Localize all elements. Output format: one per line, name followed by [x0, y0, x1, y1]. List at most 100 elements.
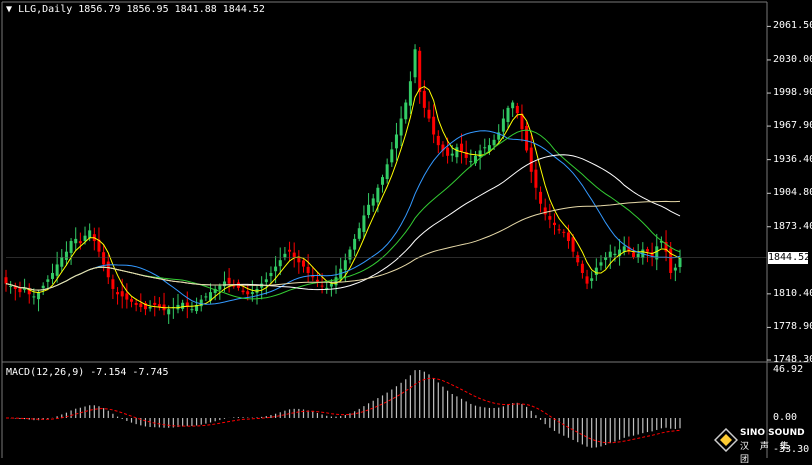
candle-body [427, 109, 431, 119]
candle-body [455, 147, 459, 158]
candle-body [376, 187, 380, 203]
candle-body [88, 230, 92, 239]
candle-body [139, 303, 143, 308]
candle-body [511, 102, 515, 109]
price-axis-label: 1904.80 [773, 187, 812, 199]
symbol-header: ▼ LLG,Daily 1856.79 1856.95 1841.88 1844… [6, 4, 265, 15]
candle-body [348, 249, 352, 260]
candle-body [515, 105, 519, 114]
candle-body [534, 169, 538, 188]
candle-body [269, 272, 273, 277]
price-axis-label: 1778.90 [773, 321, 812, 333]
candle-body [190, 309, 194, 311]
candle-body [590, 278, 594, 281]
candle-body [311, 275, 315, 278]
candle-body [283, 253, 287, 258]
candle-body [404, 102, 408, 120]
macd-signal-line [6, 377, 681, 444]
candle-body [181, 302, 185, 309]
macd-axis-label: 46.92 [773, 364, 804, 375]
candle-body [576, 255, 580, 263]
candle-body [632, 252, 636, 257]
candle-body [506, 107, 510, 122]
candle-body [292, 252, 296, 257]
candle-body [432, 116, 436, 135]
candle-body [125, 293, 129, 300]
candle-body [571, 237, 575, 252]
candle-body [580, 263, 584, 273]
sino-sound-watermark: SINO SOUND 汉 声 集 团 [714, 426, 810, 465]
candle-body [64, 251, 68, 260]
candle-body [385, 164, 389, 179]
candle-body [413, 49, 417, 78]
candle-body [557, 229, 561, 231]
candle-body [55, 264, 59, 276]
macd-label: MACD(12,26,9) -7.154 -7.745 [6, 367, 169, 378]
chart-window: ▼ LLG,Daily 1856.79 1856.95 1841.88 1844… [0, 0, 812, 465]
candle-body [362, 215, 366, 232]
candle-body [334, 277, 338, 286]
symbol-label: LLG,Daily [18, 4, 73, 15]
candle-body [78, 241, 82, 244]
price-axis-label: 1873.40 [773, 220, 812, 232]
candle-body [394, 134, 398, 149]
candle-body [562, 231, 566, 233]
candle-body [153, 302, 157, 305]
candle-body [74, 238, 78, 244]
candle-body [673, 267, 677, 271]
candle-body [50, 272, 54, 279]
candle-body [167, 309, 171, 315]
candle-body [367, 204, 371, 215]
candle-body [222, 281, 226, 287]
candle-body [599, 262, 603, 266]
candle-body [469, 161, 473, 163]
current-price-tag: 1844.52 [768, 252, 811, 264]
candle-body [218, 285, 222, 290]
candle-body [4, 277, 8, 284]
candle-body [408, 81, 412, 106]
candle-body [585, 276, 589, 284]
candle-body [636, 253, 640, 258]
candle-body [106, 261, 110, 278]
candle-body [111, 279, 115, 289]
candle-body [492, 139, 496, 146]
candle-body [594, 267, 598, 275]
candle-body [46, 279, 50, 282]
candle-body [460, 143, 464, 152]
candle-body [501, 118, 505, 132]
watermark-title: SINO SOUND [740, 428, 805, 438]
candle-body [60, 256, 64, 267]
price-axis-label: 1810.40 [773, 287, 812, 299]
candle-body [41, 285, 45, 289]
candle-body [9, 285, 13, 287]
candle-body [613, 253, 617, 256]
candle-body [353, 238, 357, 250]
candle-body [83, 235, 87, 241]
dropdown-triangle-icon[interactable]: ▼ [6, 4, 12, 15]
candle-body [69, 241, 73, 253]
candle-body [250, 292, 254, 294]
candle-body [134, 302, 138, 305]
candle-body [446, 147, 450, 156]
candle-body [301, 260, 305, 267]
candle-body [418, 50, 422, 92]
candle-body [422, 90, 426, 108]
logo-icon [714, 428, 738, 452]
price-axis-label: 2030.00 [773, 53, 812, 65]
candle-body [315, 279, 319, 282]
candle-body [645, 249, 649, 252]
candle-body [320, 285, 324, 287]
candle-body [529, 147, 533, 172]
candle-body [37, 292, 41, 300]
candle-body [539, 191, 543, 204]
candle-body [381, 177, 385, 185]
ohlc-values: 1856.79 1856.95 1841.88 1844.52 [78, 4, 265, 15]
candle-body [357, 228, 361, 239]
candle-body [120, 291, 124, 297]
price-axis-label: 2061.50 [773, 20, 812, 32]
price-axis-label: 1936.40 [773, 153, 812, 165]
price-axis-label: 1998.90 [773, 87, 812, 99]
candle-body [329, 283, 333, 287]
candle-body [102, 252, 106, 265]
price-chart[interactable] [0, 0, 812, 460]
